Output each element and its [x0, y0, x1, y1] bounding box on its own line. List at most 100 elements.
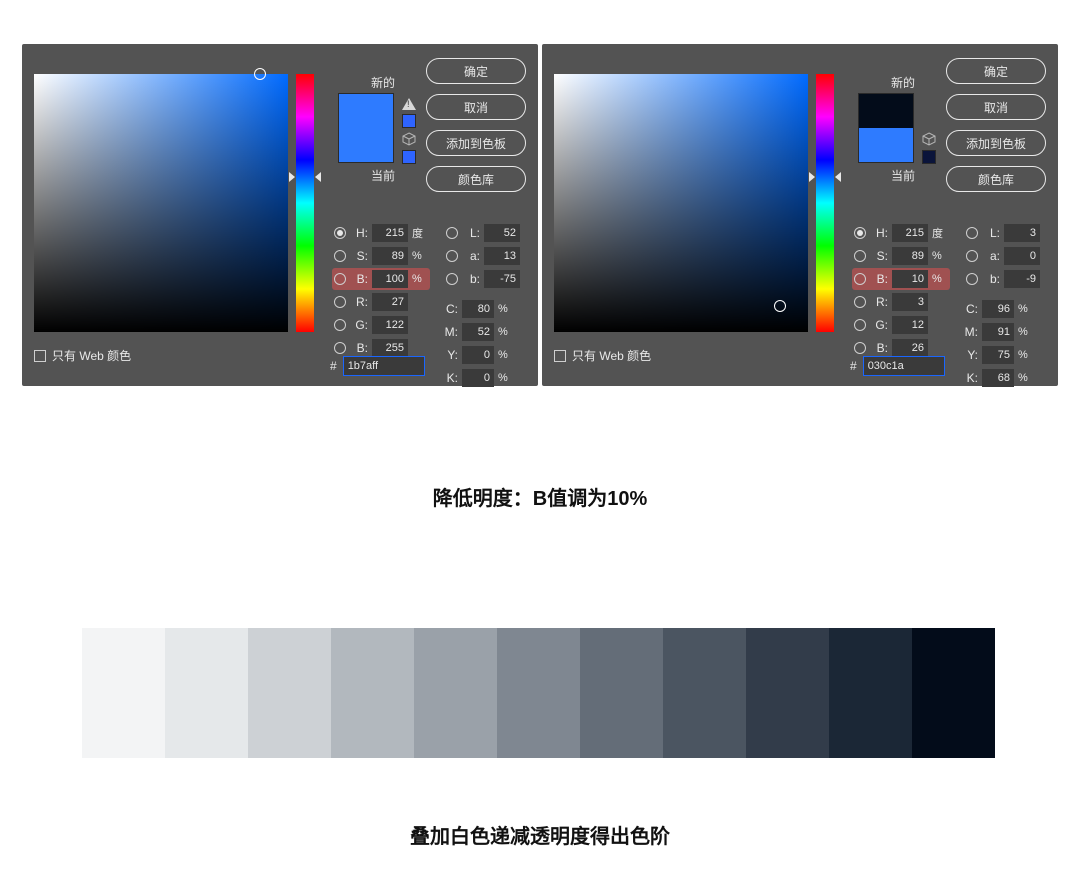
bl-input[interactable]: [484, 270, 520, 288]
hue-slider[interactable]: [296, 74, 314, 332]
color-swatch[interactable]: [858, 93, 914, 163]
new-label: 新的: [850, 74, 956, 91]
gradient-swatch: [248, 628, 331, 758]
m-input[interactable]: [462, 323, 494, 341]
hue-arrow-left-icon: [809, 172, 815, 182]
h-input[interactable]: [892, 224, 928, 242]
websafe-cube-icon[interactable]: [402, 132, 416, 146]
color-swatch[interactable]: [338, 93, 394, 163]
swatch-new: [339, 94, 393, 128]
radio-h[interactable]: [854, 227, 866, 239]
ok-button[interactable]: 确定: [426, 58, 526, 84]
g-input[interactable]: [892, 316, 928, 334]
websafe-cube-icon[interactable]: [922, 132, 936, 146]
l-input[interactable]: [484, 224, 520, 242]
add-swatch-button[interactable]: 添加到色板: [426, 130, 526, 156]
c-input[interactable]: [462, 300, 494, 318]
b-input[interactable]: [372, 270, 408, 288]
hex-input[interactable]: [863, 356, 945, 376]
gradient-swatch: [746, 628, 829, 758]
radio-h[interactable]: [334, 227, 346, 239]
gradient-swatch: [497, 628, 580, 758]
h-input[interactable]: [372, 224, 408, 242]
k-input[interactable]: [982, 369, 1014, 387]
gradient-swatch: [165, 628, 248, 758]
radio-s[interactable]: [334, 250, 346, 262]
color-picker-left: 新的 当前 确定 取消 添加到色板 颜色库 H:度 S:%: [22, 44, 538, 386]
radio-bb[interactable]: [334, 342, 346, 354]
gradient-swatch: [663, 628, 746, 758]
radio-r[interactable]: [334, 296, 346, 308]
gradient-swatch-row: [82, 628, 995, 758]
hue-slider[interactable]: [816, 74, 834, 332]
bl-input[interactable]: [1004, 270, 1040, 288]
swatch-current: [859, 128, 913, 162]
cancel-button[interactable]: 取消: [946, 94, 1046, 120]
m-input[interactable]: [982, 323, 1014, 341]
websafe-swatch[interactable]: [402, 150, 416, 164]
radio-a[interactable]: [966, 250, 978, 262]
gamut-swatch[interactable]: [402, 114, 416, 128]
y-input[interactable]: [982, 346, 1014, 364]
gradient-swatch: [912, 628, 995, 758]
radio-s[interactable]: [854, 250, 866, 262]
hue-arrow-right-icon: [835, 172, 841, 182]
gradient-swatch: [82, 628, 165, 758]
a-input[interactable]: [1004, 247, 1040, 265]
radio-g[interactable]: [854, 319, 866, 331]
radio-l[interactable]: [966, 227, 978, 239]
radio-bl[interactable]: [446, 273, 458, 285]
websafe-swatch[interactable]: [922, 150, 936, 164]
s-input[interactable]: [372, 247, 408, 265]
add-swatch-button[interactable]: 添加到色板: [946, 130, 1046, 156]
ok-button[interactable]: 确定: [946, 58, 1046, 84]
current-label: 当前: [850, 167, 956, 184]
color-library-button[interactable]: 颜色库: [426, 166, 526, 192]
radio-b[interactable]: [854, 273, 866, 285]
sv-field[interactable]: [554, 74, 808, 332]
s-input[interactable]: [892, 247, 928, 265]
swatch-current: [339, 128, 393, 162]
radio-b[interactable]: [334, 273, 346, 285]
hue-arrow-right-icon: [315, 172, 321, 182]
radio-l[interactable]: [446, 227, 458, 239]
radio-bl[interactable]: [966, 273, 978, 285]
color-picker-right: 新的 当前 确定 取消 添加到色板 颜色库 H:度 S:% B:% R:: [542, 44, 1058, 386]
new-label: 新的: [330, 74, 436, 91]
bb-input[interactable]: [892, 339, 928, 357]
radio-g[interactable]: [334, 319, 346, 331]
gradient-swatch: [580, 628, 663, 758]
radio-bb[interactable]: [854, 342, 866, 354]
hash-label: #: [850, 359, 857, 373]
a-input[interactable]: [484, 247, 520, 265]
current-label: 当前: [330, 167, 436, 184]
radio-a[interactable]: [446, 250, 458, 262]
bb-input[interactable]: [372, 339, 408, 357]
hue-arrow-left-icon: [289, 172, 295, 182]
k-input[interactable]: [462, 369, 494, 387]
web-only-checkbox[interactable]: [34, 350, 46, 362]
gradient-swatch: [331, 628, 414, 758]
l-input[interactable]: [1004, 224, 1040, 242]
y-input[interactable]: [462, 346, 494, 364]
gamut-warning-icon[interactable]: [402, 98, 416, 110]
r-input[interactable]: [892, 293, 928, 311]
gradient-swatch: [414, 628, 497, 758]
radio-r[interactable]: [854, 296, 866, 308]
cancel-button[interactable]: 取消: [426, 94, 526, 120]
hex-input[interactable]: [343, 356, 425, 376]
color-library-button[interactable]: 颜色库: [946, 166, 1046, 192]
r-input[interactable]: [372, 293, 408, 311]
sv-field[interactable]: [34, 74, 288, 332]
web-only-label: 只有 Web 颜色: [52, 347, 131, 364]
caption-overlay: 叠加白色递减透明度得出色阶: [0, 820, 1080, 849]
c-input[interactable]: [982, 300, 1014, 318]
web-only-checkbox[interactable]: [554, 350, 566, 362]
hash-label: #: [330, 359, 337, 373]
web-only-label: 只有 Web 颜色: [572, 347, 651, 364]
swatch-new: [859, 94, 913, 128]
caption-brightness: 降低明度：B值调为10%: [0, 482, 1080, 511]
gradient-swatch: [829, 628, 912, 758]
b-input[interactable]: [892, 270, 928, 288]
g-input[interactable]: [372, 316, 408, 334]
